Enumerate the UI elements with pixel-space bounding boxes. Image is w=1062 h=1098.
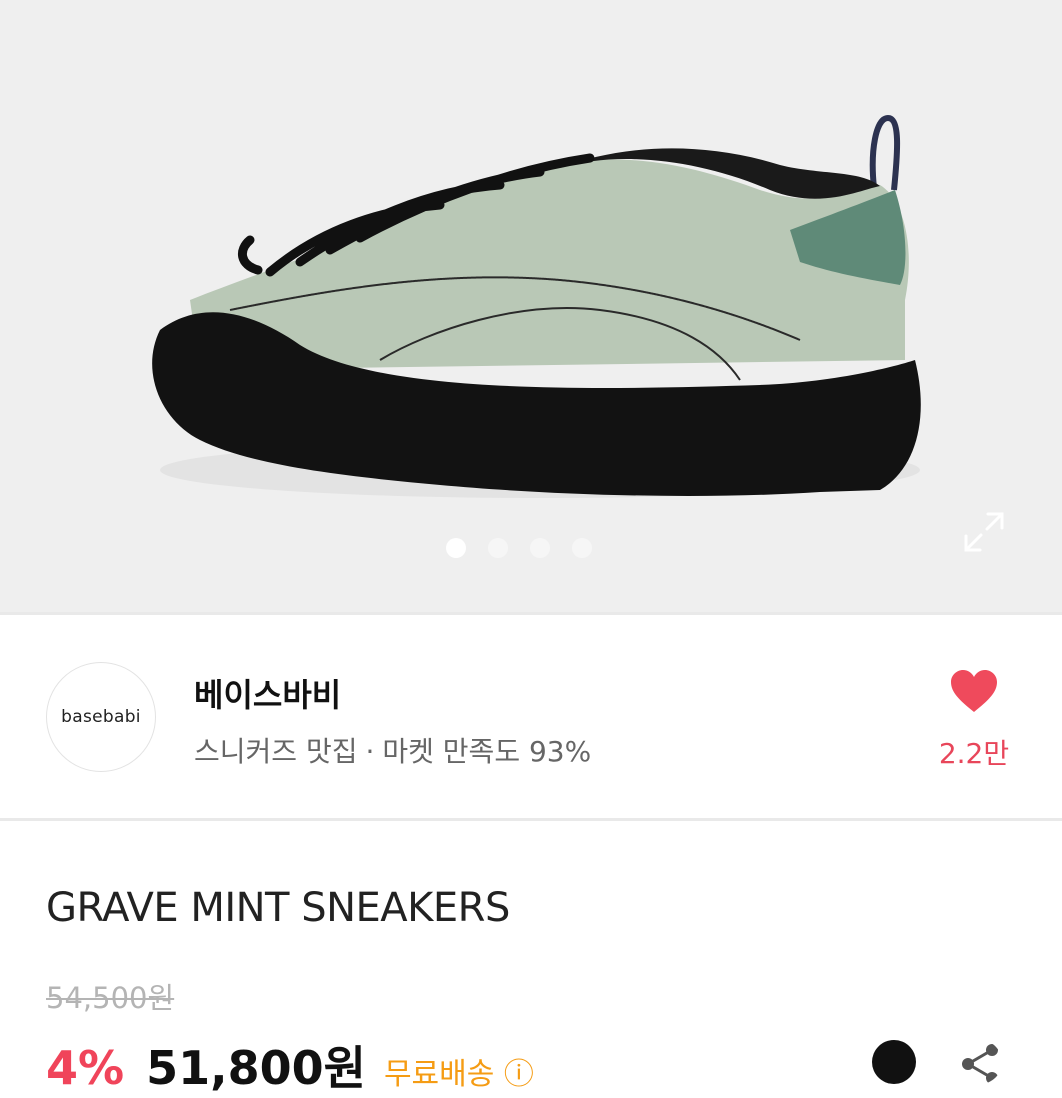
sale-price: 51,800원: [146, 1041, 366, 1095]
expand-icon[interactable]: [960, 508, 1008, 556]
heart-icon: [951, 670, 997, 712]
slide-dot-1[interactable]: [446, 538, 466, 558]
discount-rate: 4%: [46, 1041, 125, 1095]
slide-dot-2[interactable]: [488, 538, 508, 558]
shop-avatar[interactable]: basebabi: [46, 662, 156, 772]
like-count: 2.2만: [938, 737, 1010, 770]
product-image: [152, 114, 921, 498]
shop-name[interactable]: 베이스바비: [194, 670, 341, 716]
gallery-pagination: [446, 538, 592, 558]
slide-dot-4[interactable]: [572, 538, 592, 558]
product-image-gallery[interactable]: [0, 0, 1062, 612]
slide-dot-3[interactable]: [530, 538, 550, 558]
shop-meta: 스니커즈 맛집 · 마켓 만족도 93%: [194, 730, 591, 770]
original-price: 54,500원: [46, 981, 175, 1015]
shop-tagline: 스니커즈 맛집: [194, 735, 358, 768]
price-row: 4% 51,800원 무료배송 ⓘ: [46, 1032, 534, 1098]
like-button[interactable]: 2.2만: [926, 668, 1022, 772]
separator: ·: [365, 735, 375, 768]
free-shipping-badge[interactable]: 무료배송 ⓘ: [384, 1057, 534, 1092]
shop-info-section[interactable]: [0, 615, 1062, 815]
share-icon[interactable]: [958, 1040, 1002, 1084]
shop-satisfaction: 마켓 만족도 93%: [382, 735, 592, 768]
divider: [0, 818, 1062, 821]
coupon-badge-icon[interactable]: [872, 1040, 916, 1084]
product-name: GRAVE MINT SNEAKERS: [46, 885, 510, 931]
shop-logo-text: basebabi: [61, 707, 141, 727]
